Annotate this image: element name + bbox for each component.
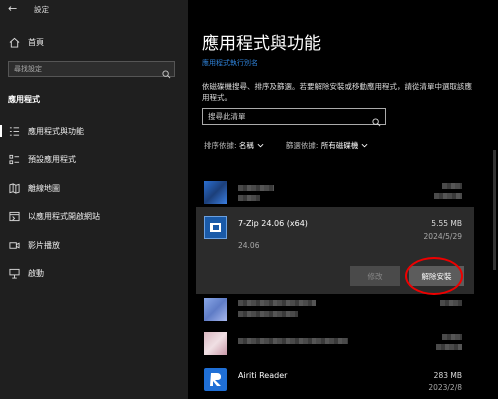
- map-icon: [8, 182, 20, 194]
- list-icon: [8, 125, 20, 137]
- airiti-reader-icon: [204, 368, 227, 391]
- website-icon: [8, 210, 20, 222]
- sidebar-item-apps-features[interactable]: 應用程式與功能: [0, 120, 188, 142]
- section-title: 應用程式: [8, 95, 40, 104]
- sort-dropdown[interactable]: 排序依據: 名稱: [204, 140, 264, 151]
- sidebar-item-label: 啟動: [28, 268, 44, 278]
- back-button[interactable]: ←: [8, 2, 17, 15]
- home-icon: [8, 36, 20, 48]
- redacted-text: [238, 300, 316, 306]
- chevron-down-icon: [257, 141, 264, 150]
- redacted-text: [440, 300, 462, 306]
- app-version: 24.06: [238, 241, 260, 250]
- app-icon: [204, 332, 227, 355]
- redacted-text: [238, 311, 298, 317]
- list-search[interactable]: [202, 108, 386, 127]
- highlight-circle-annotation: [405, 257, 463, 295]
- sidebar-item-label: 首頁: [28, 37, 44, 47]
- app-name: Airiti Reader: [238, 371, 288, 380]
- title-bar: ← 設定: [0, 0, 188, 18]
- search-icon[interactable]: [162, 64, 171, 83]
- list-item-redacted[interactable]: [196, 296, 474, 324]
- list-item-airiti-reader[interactable]: Airiti Reader 283 MB 2023/2/8: [196, 365, 474, 395]
- filter-label: 篩選依據:: [285, 141, 319, 150]
- sidebar-item-label: 以應用程式開啟網站: [28, 211, 100, 221]
- sidebar-item-label: 應用程式與功能: [28, 126, 84, 136]
- redacted-text: [238, 185, 274, 191]
- app-date: 2024/5/29: [423, 232, 462, 241]
- app-icon: [204, 181, 227, 204]
- app-size: 283 MB: [433, 371, 462, 380]
- video-icon: [8, 239, 20, 251]
- sort-filter-bar: 排序依據: 名稱 篩選依據: 所有磁碟機: [204, 140, 368, 151]
- app-icon: [204, 298, 227, 321]
- sidebar-item-startup[interactable]: 啟動: [0, 262, 188, 284]
- sidebar: ← 設定 首頁 應用程式 應用程式與功能 預設應用程式 離線地圖: [0, 0, 188, 399]
- sort-value: 名稱: [238, 141, 254, 150]
- startup-icon: [8, 267, 20, 279]
- redacted-text: [436, 344, 462, 350]
- list-item-redacted[interactable]: [196, 178, 474, 206]
- sidebar-item-default-apps[interactable]: 預設應用程式: [0, 148, 188, 170]
- settings-search-input[interactable]: [9, 62, 164, 76]
- filter-dropdown[interactable]: 篩選依據: 所有磁碟機: [286, 140, 368, 151]
- redacted-text: [238, 195, 260, 201]
- sidebar-item-apps-websites[interactable]: 以應用程式開啟網站: [0, 205, 188, 227]
- sidebar-item-label: 離線地圖: [28, 183, 60, 193]
- scrollbar[interactable]: [493, 150, 496, 270]
- app-size: 5.55 MB: [431, 219, 462, 228]
- modify-button[interactable]: 修改: [350, 266, 400, 286]
- app-date: 2023/2/8: [428, 383, 462, 392]
- chevron-down-icon: [361, 141, 368, 150]
- sidebar-item-video-playback[interactable]: 影片播放: [0, 234, 188, 256]
- redacted-text: [442, 183, 462, 189]
- app-name: 7-Zip 24.06 (x64): [238, 219, 308, 228]
- settings-search[interactable]: [8, 61, 175, 79]
- defaults-icon: [8, 153, 20, 165]
- list-search-input[interactable]: [203, 109, 368, 124]
- sidebar-item-offline-maps[interactable]: 離線地圖: [0, 177, 188, 199]
- redacted-text: [442, 334, 462, 340]
- redacted-text: [434, 193, 462, 199]
- main-content: 應用程式與功能 應用程式執行別名 依磁碟機搜尋、排序及篩選。若要解除安裝或移動應…: [188, 0, 498, 399]
- search-icon[interactable]: [372, 112, 381, 131]
- description-text: 依磁碟機搜尋、排序及篩選。若要解除安裝或移動應用程式，請從清單中選取該應用程式。: [202, 82, 472, 102]
- filter-value: 所有磁碟機: [320, 141, 359, 150]
- sidebar-item-home[interactable]: 首頁: [0, 31, 188, 53]
- 7zip-icon: [204, 216, 227, 239]
- page-title: 應用程式與功能: [202, 34, 321, 54]
- redacted-text: [238, 338, 348, 344]
- window-title: 設定: [34, 5, 49, 14]
- sidebar-item-label: 預設應用程式: [28, 154, 76, 164]
- app-alias-link[interactable]: 應用程式執行別名: [202, 58, 258, 68]
- list-item-redacted[interactable]: [196, 330, 474, 358]
- sidebar-item-label: 影片播放: [28, 240, 60, 250]
- sort-label: 排序依據:: [204, 141, 237, 150]
